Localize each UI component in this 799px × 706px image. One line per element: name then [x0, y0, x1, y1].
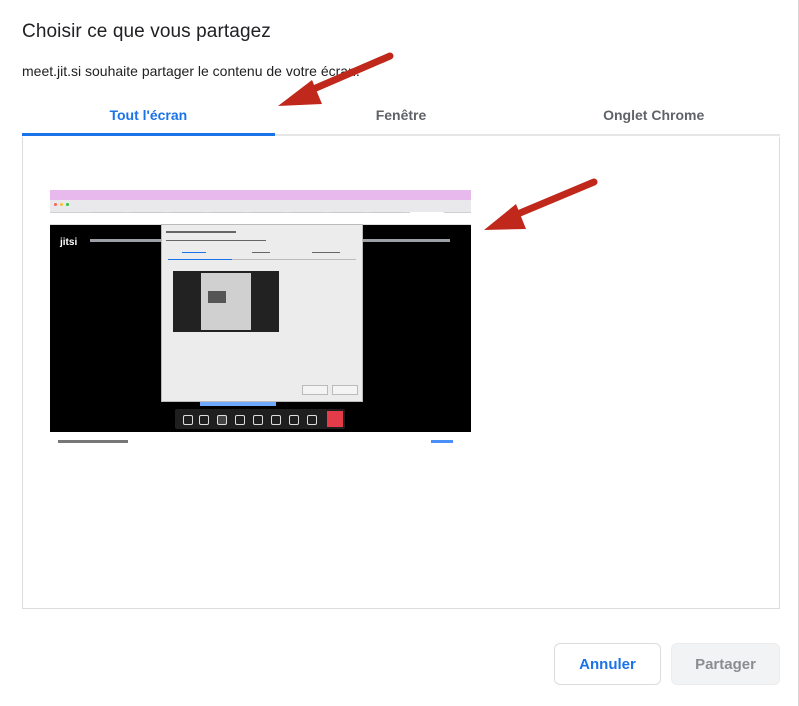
share-button[interactable]: Partager	[671, 643, 780, 685]
tab-chrome-tab[interactable]: Onglet Chrome	[527, 96, 780, 134]
thumbnail-caption	[200, 402, 276, 406]
tab-window[interactable]: Fenêtre	[275, 96, 528, 134]
preview-panel: jitsi	[22, 137, 780, 609]
thumbnail-menubar	[50, 190, 471, 200]
dialog-subtitle: meet.jit.si souhaite partager le contenu…	[22, 63, 360, 79]
thumbnail-call-toolbar	[175, 409, 345, 429]
thumbnail-tabstrip	[50, 200, 471, 218]
share-source-tabs: Tout l'écran Fenêtre Onglet Chrome	[22, 96, 780, 136]
dialog-title: Choisir ce que vous partagez	[22, 21, 271, 42]
screen-thumbnail[interactable]: jitsi	[50, 190, 471, 454]
cancel-button[interactable]: Annuler	[554, 643, 661, 685]
tab-entire-screen[interactable]: Tout l'écran	[22, 96, 275, 136]
thumbnail-jitsi-logo: jitsi	[60, 237, 78, 248]
thumbnail-inner-dialog	[161, 224, 363, 402]
thumbnail-sharing-bar	[50, 432, 471, 454]
share-screen-dialog: Choisir ce que vous partagez meet.jit.si…	[0, 0, 799, 706]
